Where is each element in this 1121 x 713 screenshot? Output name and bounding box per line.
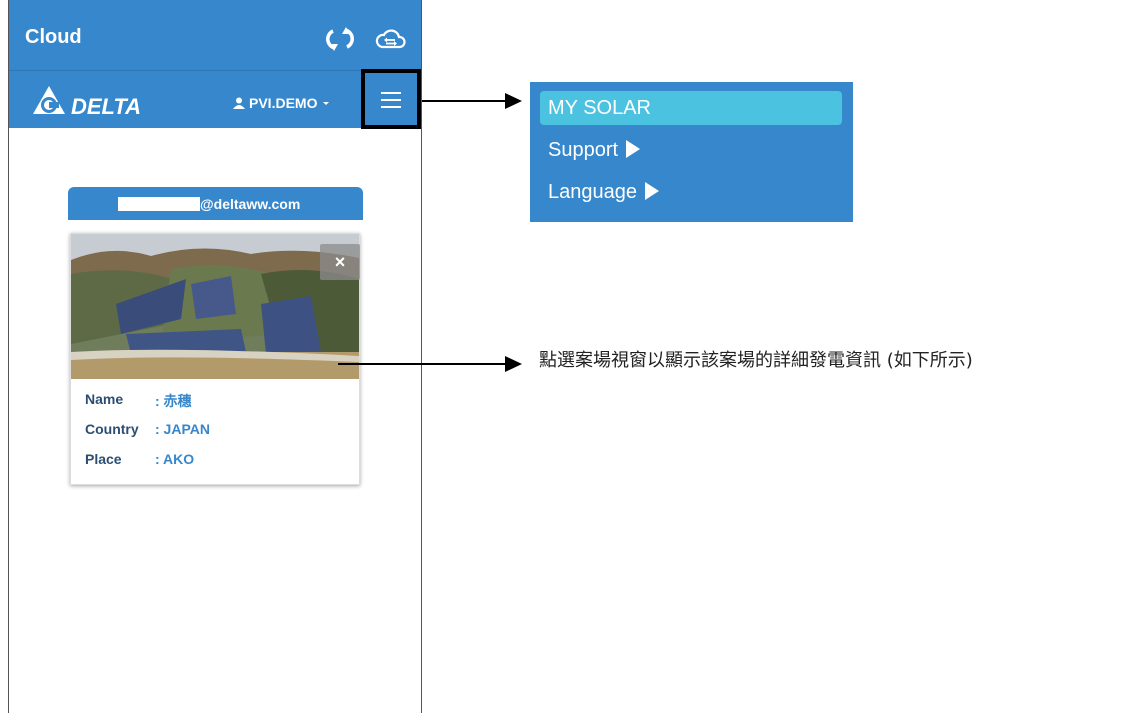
submenu-arrow-icon bbox=[626, 139, 641, 158]
submenu-arrow-icon bbox=[644, 181, 659, 200]
annotation-text: 點選案場視窗以顯示該案場的詳細發電資訊 (如下所示) bbox=[539, 350, 973, 371]
menu-item-label: Support bbox=[548, 139, 619, 161]
menu-item-language[interactable]: Language bbox=[540, 175, 842, 209]
dropdown-menu: MY SOLAR Support Language bbox=[530, 82, 853, 222]
menu-item-my-solar[interactable]: MY SOLAR bbox=[540, 91, 842, 125]
menu-item-label: Language bbox=[548, 181, 637, 203]
menu-item-label: MY SOLAR bbox=[548, 97, 651, 119]
menu-item-support[interactable]: Support bbox=[540, 133, 842, 167]
